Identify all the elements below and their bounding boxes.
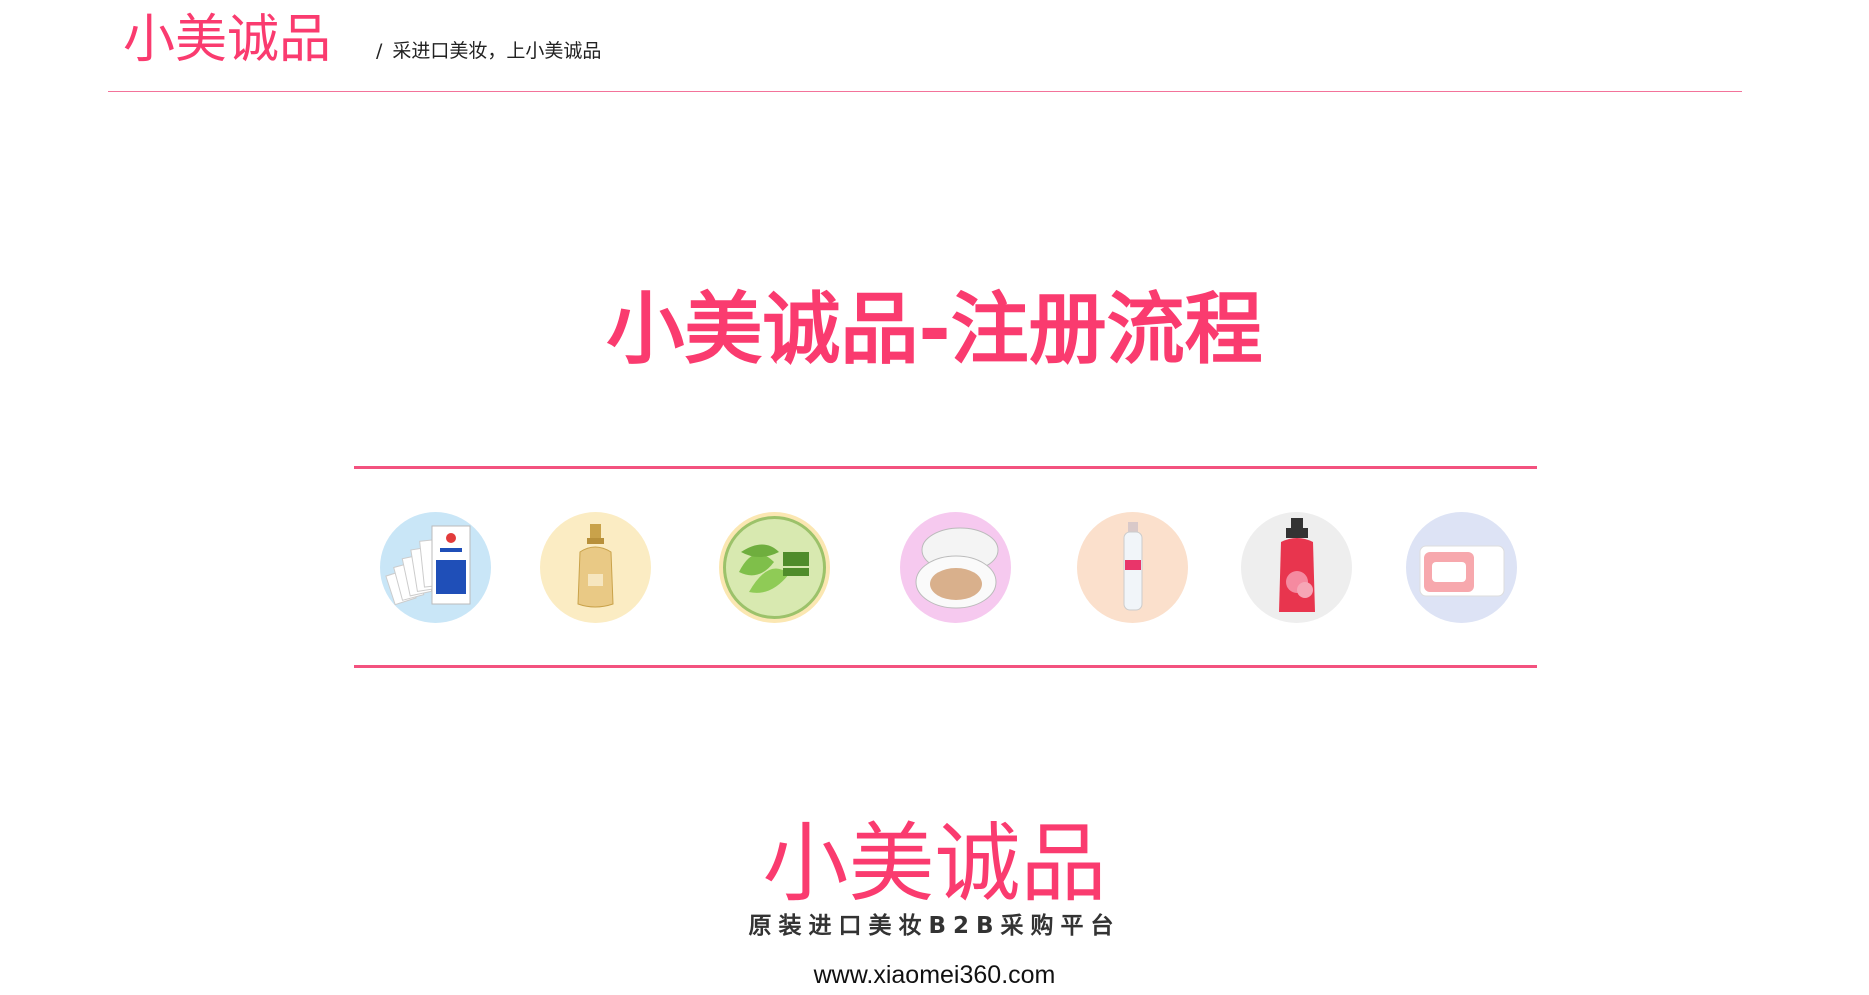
website-link[interactable]: www.xiaomei360.com xyxy=(0,961,1869,990)
mask-pack-icon xyxy=(380,512,491,623)
header-divider xyxy=(108,91,1742,92)
body-wash-bottle-icon xyxy=(1241,512,1352,623)
cushion-compact-icon xyxy=(900,512,1011,623)
page-title: 小美诚品-注册流程 xyxy=(606,285,1263,375)
slogan-separator: / xyxy=(376,40,383,62)
cotton-towel-pack-icon xyxy=(1406,512,1517,623)
footer-logo: 小美诚品 xyxy=(762,814,1107,914)
band-top-divider xyxy=(354,466,1537,469)
header-slogan: / 采进口美妆，上小美诚品 xyxy=(376,36,601,63)
footer-slogan: 原装进口美妆B2B采购平台 xyxy=(748,913,1121,939)
header-logo[interactable]: 小美诚品 xyxy=(123,8,331,72)
serum-bottle-icon xyxy=(540,512,651,623)
slogan-text: 采进口美妆，上小美诚品 xyxy=(392,40,602,62)
spray-bottle-icon xyxy=(1077,512,1188,623)
aloe-gel-jar-icon xyxy=(719,512,830,623)
band-bottom-divider xyxy=(354,665,1537,668)
